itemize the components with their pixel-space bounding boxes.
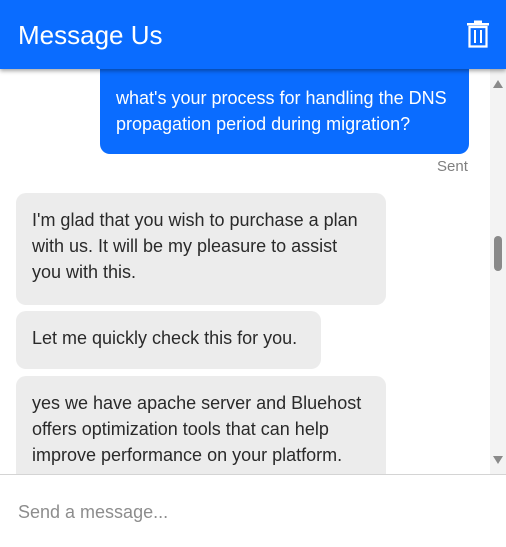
scrollbar-thumb[interactable] [494, 236, 502, 271]
message-text: Let me quickly check this for you. [32, 328, 298, 348]
message-input[interactable] [18, 498, 478, 526]
trash-icon[interactable] [465, 20, 491, 48]
agent-message-bubble: I'm glad that you wish to purchase a pla… [16, 193, 386, 305]
message-list[interactable]: what's your process for handling the DNS… [0, 69, 490, 474]
agent-message-bubble: Let me quickly check this for you. [16, 311, 321, 369]
scrollbar[interactable] [490, 69, 506, 474]
message-status: Sent [437, 158, 468, 175]
message-text: what's your process for handling the DNS… [116, 88, 447, 134]
user-message-bubble: what's your process for handling the DNS… [100, 69, 469, 154]
header-title: Message Us [18, 20, 163, 50]
message-text: yes we have apache server and Bluehost o… [32, 393, 362, 465]
chat-header: Message Us [0, 0, 506, 69]
message-text: I'm glad that you wish to purchase a pla… [32, 210, 358, 282]
scroll-down-arrow-icon[interactable] [493, 456, 503, 464]
scroll-up-arrow-icon[interactable] [493, 80, 503, 88]
agent-message-bubble: yes we have apache server and Bluehost o… [16, 376, 386, 474]
composer [0, 475, 506, 547]
